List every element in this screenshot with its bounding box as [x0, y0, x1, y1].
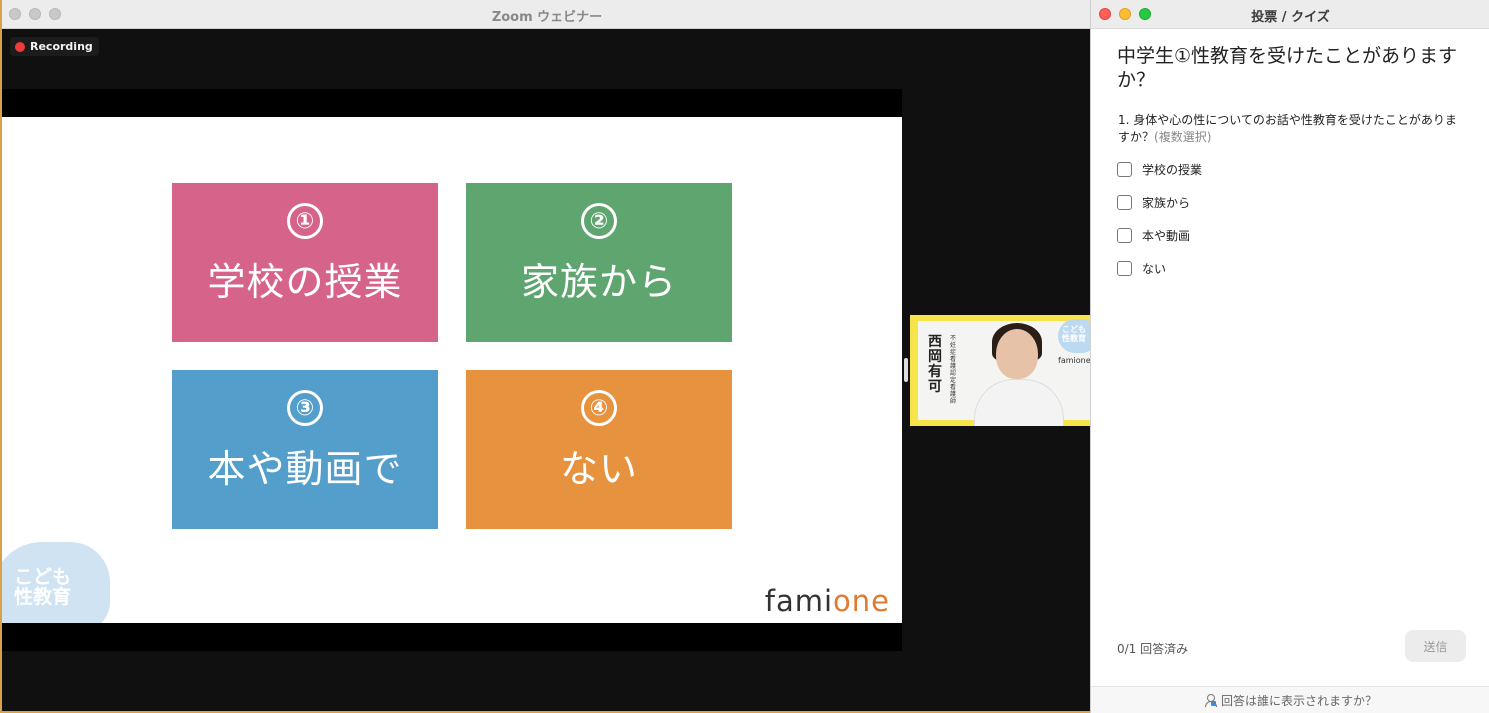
tile-number: ①	[287, 203, 323, 239]
splitter-handle[interactable]	[904, 358, 908, 382]
slide-tile-4: ④ ない	[466, 370, 732, 529]
speaker-face	[996, 329, 1038, 379]
logo-part-b: one	[833, 584, 890, 618]
option-checkbox[interactable]	[1117, 260, 1132, 276]
poll-option-2[interactable]: 家族から	[1117, 193, 1190, 211]
option-checkbox[interactable]	[1117, 161, 1132, 177]
record-dot-icon	[15, 41, 25, 52]
video-badge-text: こども 性教育	[1062, 325, 1086, 343]
slide-tile-2: ② 家族から	[466, 183, 732, 342]
answered-count: 0/1 回答済み	[1117, 642, 1189, 656]
recording-indicator[interactable]: Recording	[10, 37, 99, 56]
tile-label: ない	[559, 447, 638, 491]
window-title: Zoom ウェビナー	[491, 10, 603, 25]
option-label: 本や動画	[1142, 228, 1191, 243]
poll-heading: 中学生①性教育を受けたことがありますか？	[1117, 45, 1458, 91]
poll-window-title: 投票 / クイズ	[1251, 10, 1330, 25]
slide-tile-1: ① 学校の授業	[172, 183, 438, 342]
option-label: ない	[1142, 261, 1167, 276]
logo-part-a: fami	[764, 584, 834, 618]
speaker-video-tile[interactable]: 西岡有可 不妊症看護認定看護師 こども 性教育 famione	[910, 315, 1092, 426]
poll-titlebar: 投票 / クイズ	[1091, 0, 1489, 29]
badge-line-2: 性教育	[14, 586, 72, 608]
speaker-name: 西岡有可	[928, 334, 942, 395]
poll-option-4[interactable]: ない	[1117, 259, 1166, 277]
slide-tile-3: ③ 本や動画で	[172, 370, 438, 529]
famione-logo: famione	[765, 584, 890, 618]
tile-number: ②	[581, 203, 617, 239]
kodomo-logo-text: こども 性教育	[14, 567, 71, 607]
option-checkbox[interactable]	[1117, 227, 1132, 243]
tile-label: 学校の授業	[207, 260, 403, 304]
submit-button[interactable]: 送信	[1405, 630, 1466, 662]
speaker-body	[974, 379, 1064, 426]
tile-label: 家族から	[520, 260, 677, 304]
badge-line-1: こども	[14, 566, 72, 588]
video-badge-line-1: こども	[1062, 325, 1086, 334]
person-privacy-icon	[1204, 693, 1217, 707]
tile-label: 本や動画で	[207, 447, 403, 491]
poll-visibility-link[interactable]: 回答は誰に表示されますか？	[1091, 686, 1489, 713]
poll-window: 投票 / クイズ 中学生①性教育を受けたことがありますか？ 1. 身体や心の性に…	[1090, 0, 1489, 713]
zoom-titlebar: Zoom ウェビナー	[2, 0, 1092, 29]
question-hint: (複数選択)	[1154, 130, 1212, 144]
option-label: 学校の授業	[1142, 162, 1203, 177]
zoom-webinar-window: Zoom ウェビナー Recording ① 学校の授業 ② 家族から ③ 本や…	[0, 0, 1092, 713]
video-logo: famione	[1058, 356, 1091, 365]
tile-number: ④	[581, 390, 617, 426]
poll-option-1[interactable]: 学校の授業	[1117, 160, 1202, 178]
poll-question: 1. 身体や心の性についてのお話や性教育を受けたことがありますか？(複数選択)	[1118, 112, 1458, 146]
video-badge-line-2: 性教育	[1062, 334, 1086, 343]
tile-number: ③	[287, 390, 323, 426]
option-label: 家族から	[1142, 195, 1191, 210]
poll-option-3[interactable]: 本や動画	[1117, 226, 1190, 244]
recording-label: Recording	[30, 40, 93, 53]
presentation-slide: ① 学校の授業 ② 家族から ③ 本や動画で ④ ない こども 性教育 fami…	[2, 117, 902, 623]
option-checkbox[interactable]	[1117, 194, 1132, 210]
speaker-title: 不妊症看護認定看護師	[950, 335, 957, 405]
visibility-text: 回答は誰に表示されますか？	[1220, 693, 1377, 708]
screen-share-area: ① 学校の授業 ② 家族から ③ 本や動画で ④ ない こども 性教育 fami…	[2, 89, 902, 651]
